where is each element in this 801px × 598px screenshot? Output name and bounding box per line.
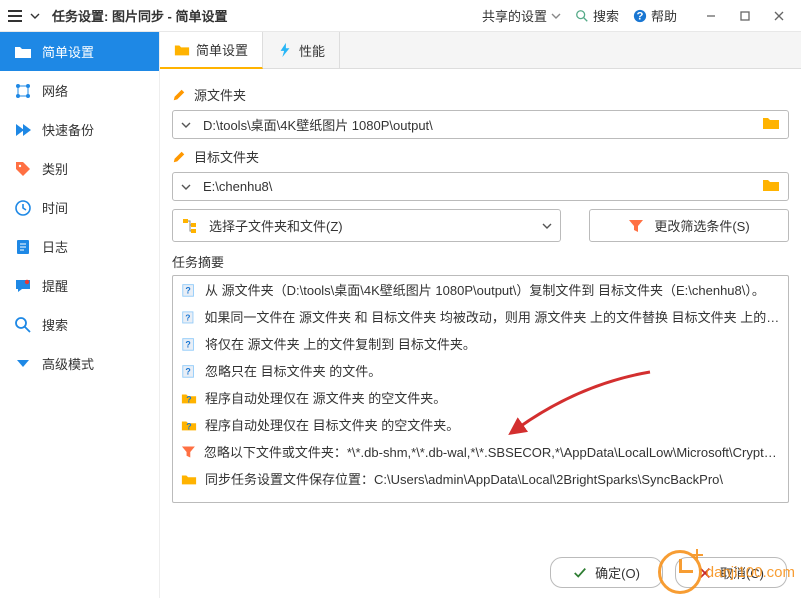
help-file-icon: ? <box>181 309 196 325</box>
window-title: 任务设置: 图片同步 - 简单设置 <box>52 6 228 25</box>
chevron-down-icon[interactable] <box>175 176 197 198</box>
summary-row[interactable]: ?从 源文件夹（D:\tools\桌面\4K壁纸图片 1080P\output\… <box>173 276 788 303</box>
source-label: 源文件夹 <box>172 85 789 104</box>
cancel-button[interactable]: 取消(C) <box>675 557 787 588</box>
sidebar-item-label: 网络 <box>42 81 68 100</box>
network-icon <box>14 82 32 100</box>
folder-q-icon: ? <box>181 417 197 433</box>
folder-icon[interactable] <box>762 177 780 196</box>
button-label: 取消(C) <box>720 563 764 582</box>
x-icon <box>698 566 712 580</box>
tag-icon <box>14 160 32 178</box>
summary-row[interactable]: ?程序自动处理仅在 源文件夹 的空文件夹。 <box>173 384 788 411</box>
sidebar-item-advanced[interactable]: 高级模式 <box>0 344 159 383</box>
sidebar-item-label: 搜索 <box>42 315 68 334</box>
svg-text:?: ? <box>186 394 191 404</box>
sidebar-item-search[interactable]: 搜索 <box>0 305 159 344</box>
svg-text:?: ? <box>185 366 190 376</box>
pencil-icon <box>172 88 186 102</box>
sidebar-item-label: 快速备份 <box>42 120 94 139</box>
button-label: 更改筛选条件(S) <box>654 216 749 235</box>
sidebar-item-label: 时间 <box>42 198 68 217</box>
chevron-down-icon[interactable] <box>542 221 552 231</box>
summary-row[interactable]: ?将仅在 源文件夹 上的文件复制到 目标文件夹。 <box>173 330 788 357</box>
minimize-button[interactable] <box>697 2 725 30</box>
expand-icon <box>14 355 32 373</box>
chat-icon <box>14 277 32 295</box>
tab-label: 简单设置 <box>196 40 248 59</box>
sidebar-item-label: 高级模式 <box>42 354 94 373</box>
fast-icon <box>14 121 32 139</box>
summary-row[interactable]: ?忽略只在 目标文件夹 的文件。 <box>173 357 788 384</box>
summary-box: ?从 源文件夹（D:\tools\桌面\4K壁纸图片 1080P\output\… <box>172 275 789 503</box>
svg-text:?: ? <box>637 10 644 22</box>
sidebar-item-remind[interactable]: 提醒 <box>0 266 159 305</box>
tab-label: 性能 <box>299 41 325 60</box>
dest-label: 目标文件夹 <box>172 147 789 166</box>
chevron-down-icon[interactable] <box>175 114 197 136</box>
tree-icon <box>181 217 199 235</box>
lightning-icon <box>277 42 293 58</box>
sidebar-item-simple[interactable]: 简单设置 <box>0 32 159 71</box>
dest-path-input[interactable] <box>197 175 762 198</box>
sidebar-item-label: 类别 <box>42 159 68 178</box>
choose-subfolders-button[interactable]: 选择子文件夹和文件(Z) <box>172 209 561 242</box>
svg-text:?: ? <box>185 339 190 349</box>
sidebar-item-label: 提醒 <box>42 276 68 295</box>
summary-label: 任务摘要 <box>172 252 789 271</box>
maximize-button[interactable] <box>731 2 759 30</box>
menu-icon[interactable] <box>8 10 22 22</box>
search-icon <box>575 9 589 23</box>
svg-text:?: ? <box>185 312 190 322</box>
help-file-icon: ? <box>181 282 197 298</box>
folder-q-icon: ? <box>181 390 197 406</box>
clock-icon <box>14 199 32 217</box>
summary-row[interactable]: ?程序自动处理仅在 目标文件夹 的空文件夹。 <box>173 411 788 438</box>
button-label: 确定(O) <box>595 563 640 582</box>
sidebar-item-log[interactable]: 日志 <box>0 227 159 266</box>
help-file-icon: ? <box>181 336 197 352</box>
summary-row[interactable]: 忽略以下文件或文件夹：*\*.db-shm,*\*.db-wal,*\*.SBS… <box>173 438 788 465</box>
svg-text:?: ? <box>186 421 191 431</box>
help-link[interactable]: ? 帮助 <box>633 6 677 25</box>
svg-text:?: ? <box>185 285 190 295</box>
sidebar-item-label: 简单设置 <box>42 42 94 61</box>
sidebar-item-category[interactable]: 类别 <box>0 149 159 188</box>
sidebar-item-time[interactable]: 时间 <box>0 188 159 227</box>
tab-performance[interactable]: 性能 <box>263 32 340 68</box>
main-panel: 简单设置 性能 源文件夹 目标文件夹 <box>160 32 801 598</box>
pencil-icon <box>172 150 186 164</box>
tabs: 简单设置 性能 <box>160 32 801 69</box>
tab-simple[interactable]: 简单设置 <box>160 32 263 69</box>
folder-icon[interactable] <box>762 115 780 134</box>
folder-icon <box>174 42 190 58</box>
folder-icon <box>14 43 32 61</box>
help-icon: ? <box>633 9 647 23</box>
log-icon <box>14 238 32 256</box>
change-filter-button[interactable]: 更改筛选条件(S) <box>589 209 789 242</box>
summary-row[interactable]: ?如果同一文件在 源文件夹 和 目标文件夹 均被改动，则用 源文件夹 上的文件替… <box>173 303 788 330</box>
chevron-down-icon[interactable] <box>30 11 40 21</box>
summary-row[interactable]: 同步任务设置文件保存位置：C:\Users\admin\AppData\Loca… <box>173 465 788 492</box>
search-icon <box>14 316 32 334</box>
source-path-field[interactable] <box>172 110 789 139</box>
help-file-icon: ? <box>181 363 197 379</box>
folder-icon <box>181 471 197 487</box>
button-label: 选择子文件夹和文件(Z) <box>209 216 343 235</box>
check-icon <box>573 566 587 580</box>
sidebar: 简单设置 网络 快速备份 类别 时间 日志 提醒 搜索 <box>0 32 160 598</box>
funnel-icon <box>181 444 196 460</box>
sidebar-item-network[interactable]: 网络 <box>0 71 159 110</box>
sidebar-item-label: 日志 <box>42 237 68 256</box>
search-link[interactable]: 搜索 <box>575 6 619 25</box>
sidebar-item-fastbackup[interactable]: 快速备份 <box>0 110 159 149</box>
ok-button[interactable]: 确定(O) <box>550 557 663 588</box>
shared-settings-link[interactable]: 共享的设置 <box>482 6 561 25</box>
close-button[interactable] <box>765 2 793 30</box>
funnel-icon <box>628 218 644 234</box>
dest-path-field[interactable] <box>172 172 789 201</box>
titlebar: 任务设置: 图片同步 - 简单设置 共享的设置 搜索 ? 帮助 <box>0 0 801 32</box>
source-path-input[interactable] <box>197 113 762 136</box>
